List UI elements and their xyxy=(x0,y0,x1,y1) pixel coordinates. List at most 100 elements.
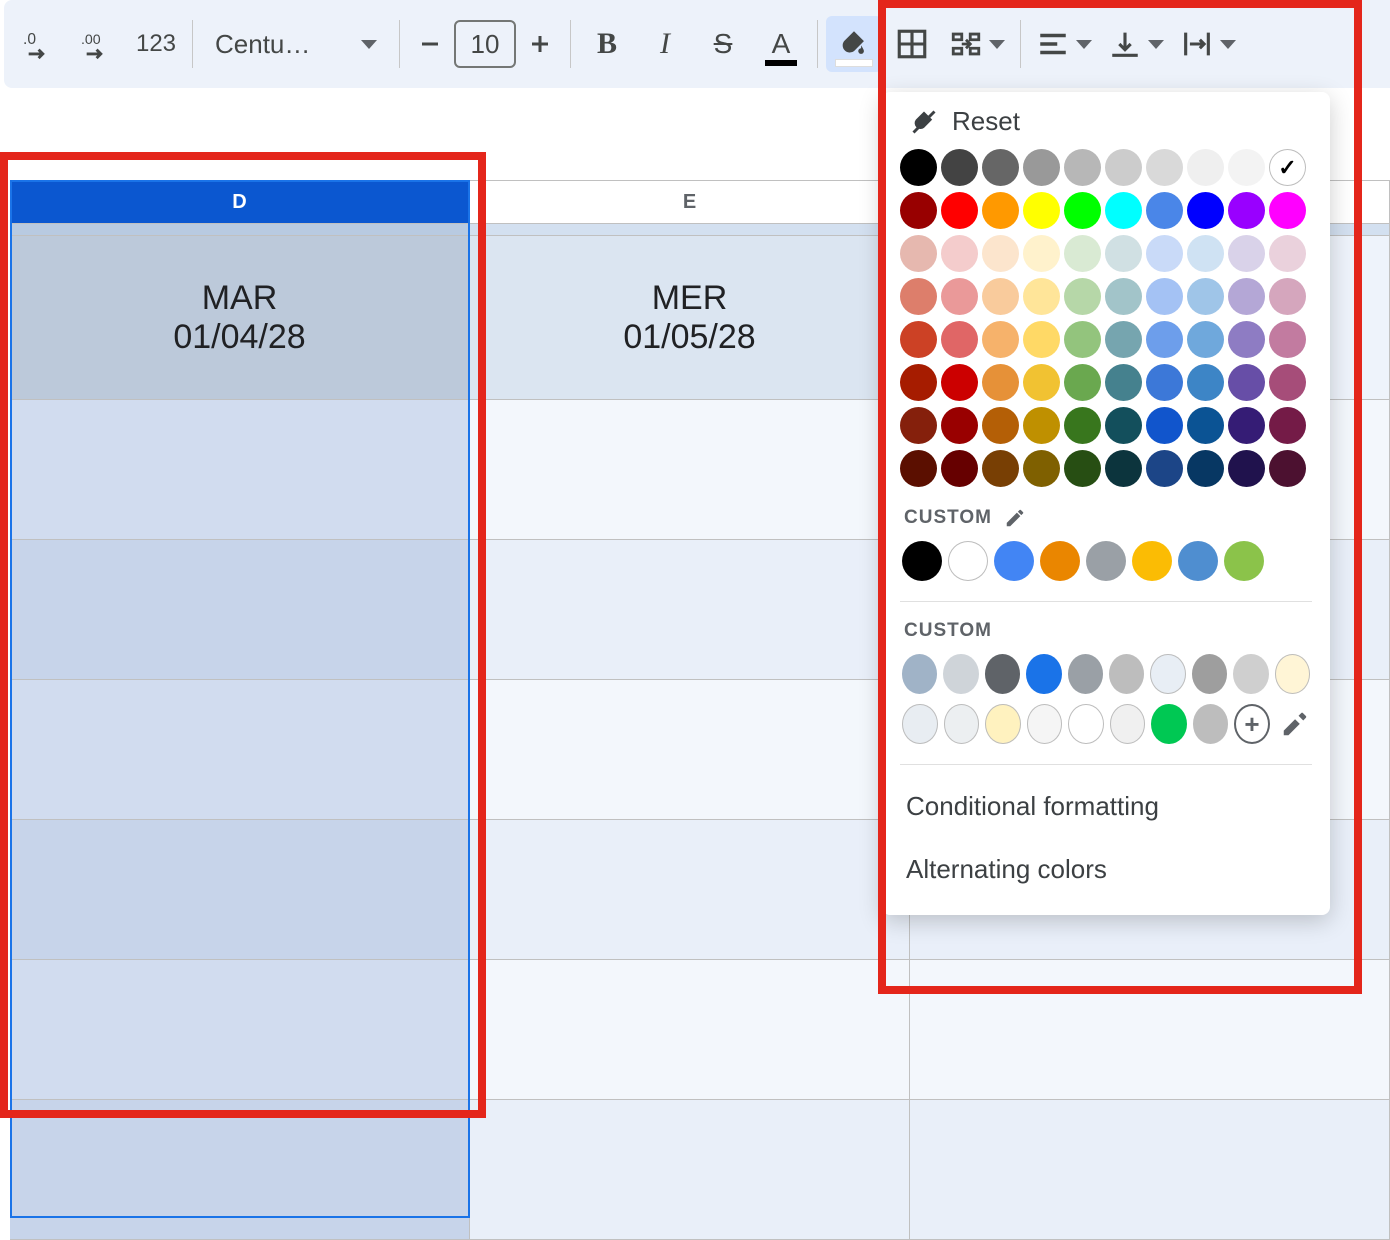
swatch-c27ba0[interactable] xyxy=(1269,321,1306,358)
swatch-00ffff[interactable] xyxy=(1105,192,1142,229)
column-header-D[interactable]: D xyxy=(10,180,470,224)
swatch-ff9900[interactable] xyxy=(982,192,1019,229)
swatch-85200c[interactable] xyxy=(900,407,937,444)
swatch-00ff00[interactable] xyxy=(1064,192,1101,229)
swatch-ff0000[interactable] xyxy=(941,192,978,229)
cell-D1[interactable]: MAR 01/04/28 xyxy=(10,236,470,400)
custom-swatch-8bc34a[interactable] xyxy=(1224,541,1264,581)
eyedropper-button[interactable] xyxy=(1280,709,1310,739)
swatch-434343[interactable] xyxy=(941,149,978,186)
custom-swatch-f0f0f0[interactable] xyxy=(1110,704,1146,744)
swatch-1c4587[interactable] xyxy=(1146,450,1183,487)
swatch-7f6000[interactable] xyxy=(1023,450,1060,487)
custom-swatch-ffffff[interactable] xyxy=(948,541,988,581)
swatch-45818e[interactable] xyxy=(1105,364,1142,401)
cell-D4[interactable] xyxy=(10,680,470,820)
swatch-666666[interactable] xyxy=(982,149,1019,186)
swatch-9fc5e8[interactable] xyxy=(1187,278,1224,315)
cell-E7[interactable] xyxy=(470,1100,910,1240)
swatch-d9ead3[interactable] xyxy=(1064,235,1101,272)
merge-cells-button[interactable] xyxy=(942,16,1012,72)
swatch-cccccc[interactable] xyxy=(1105,149,1142,186)
swatch-ff00ff[interactable] xyxy=(1269,192,1306,229)
swatch-b7b7b7[interactable] xyxy=(1064,149,1101,186)
cell-E6[interactable] xyxy=(470,960,910,1100)
swatch-d9d2e9[interactable] xyxy=(1228,235,1265,272)
swatch-000000[interactable] xyxy=(900,149,937,186)
swatch-ead1dc[interactable] xyxy=(1269,235,1306,272)
horizontal-align-button[interactable] xyxy=(1029,16,1099,72)
bold-button[interactable]: B xyxy=(579,16,635,72)
swatch-6fa8dc[interactable] xyxy=(1187,321,1224,358)
custom-swatch-4285f4[interactable] xyxy=(994,541,1034,581)
increase-font-size-button[interactable] xyxy=(518,16,562,72)
swatch-b4a7d6[interactable] xyxy=(1228,278,1265,315)
cell-D3[interactable] xyxy=(10,540,470,680)
swatch-e69138[interactable] xyxy=(982,364,1019,401)
custom-swatch-00c853[interactable] xyxy=(1151,704,1187,744)
swatch-f6b26b[interactable] xyxy=(982,321,1019,358)
cell-E1[interactable]: MER 01/05/28 xyxy=(470,236,910,400)
swatch-073763[interactable] xyxy=(1187,450,1224,487)
font-family-dropdown[interactable]: Centu… xyxy=(201,16,391,72)
swatch-f3f3f3[interactable] xyxy=(1228,149,1265,186)
swatch-6aa84f[interactable] xyxy=(1064,364,1101,401)
swatch-8e7cc3[interactable] xyxy=(1228,321,1265,358)
swatch-980000[interactable] xyxy=(900,192,937,229)
swatch-ffff00[interactable] xyxy=(1023,192,1060,229)
borders-button[interactable] xyxy=(884,16,940,72)
swatch-4a86e8[interactable] xyxy=(1146,192,1183,229)
swatch-6d9eeb[interactable] xyxy=(1146,321,1183,358)
swatch-999999[interactable] xyxy=(1023,149,1060,186)
swatch-674ea7[interactable] xyxy=(1228,364,1265,401)
custom-swatch-ea8600[interactable] xyxy=(1040,541,1080,581)
swatch-cfe2f3[interactable] xyxy=(1187,235,1224,272)
swatch-ffd966[interactable] xyxy=(1023,321,1060,358)
alternating-colors-link[interactable]: Alternating colors xyxy=(882,838,1330,901)
cell-F7[interactable] xyxy=(910,1100,1390,1240)
swatch-f1c232[interactable] xyxy=(1023,364,1060,401)
more-formats-button[interactable]: 123 xyxy=(128,16,184,72)
custom-swatch-4f8ed0[interactable] xyxy=(1178,541,1218,581)
custom-swatch-9aa0a6[interactable] xyxy=(1086,541,1126,581)
custom-swatch-ffffff[interactable] xyxy=(1068,704,1104,744)
swatch-134f5c[interactable] xyxy=(1105,407,1142,444)
swatch-20124d[interactable] xyxy=(1228,450,1265,487)
swatch-3c78d8[interactable] xyxy=(1146,364,1183,401)
cell-E4[interactable] xyxy=(470,680,910,820)
decrease-decimal-button[interactable]: .0 xyxy=(12,16,68,72)
swatch-783f04[interactable] xyxy=(982,450,1019,487)
swatch-0b5394[interactable] xyxy=(1187,407,1224,444)
cell-D2[interactable] xyxy=(10,400,470,540)
reset-row[interactable]: Reset xyxy=(882,92,1330,149)
increase-decimal-button[interactable]: .00 xyxy=(70,16,126,72)
swatch-cc4125[interactable] xyxy=(900,321,937,358)
vertical-align-button[interactable] xyxy=(1101,16,1171,72)
swatch-0000ff[interactable] xyxy=(1187,192,1224,229)
swatch-3d85c6[interactable] xyxy=(1187,364,1224,401)
swatch-741b47[interactable] xyxy=(1269,407,1306,444)
text-color-button[interactable]: A xyxy=(753,16,809,72)
swatch-5b0f00[interactable] xyxy=(900,450,937,487)
custom-swatch-fbbc04[interactable] xyxy=(1132,541,1172,581)
custom-swatch-e8eef5[interactable] xyxy=(1150,654,1185,694)
edit-icon[interactable] xyxy=(1004,507,1026,529)
swatch-93c47d[interactable] xyxy=(1064,321,1101,358)
swatch-274e13[interactable] xyxy=(1064,450,1101,487)
cell-E2[interactable] xyxy=(470,400,910,540)
swatch-76a5af[interactable] xyxy=(1105,321,1142,358)
swatch-fce5cd[interactable] xyxy=(982,235,1019,272)
swatch-660000[interactable] xyxy=(941,450,978,487)
cell-F6[interactable] xyxy=(910,960,1390,1100)
italic-button[interactable]: I xyxy=(637,16,693,72)
custom-swatch-9aa0a6[interactable] xyxy=(1068,654,1103,694)
swatch-ea9999[interactable] xyxy=(941,278,978,315)
font-size-input[interactable]: 10 xyxy=(454,20,516,68)
swatch-d5a6bd[interactable] xyxy=(1269,278,1306,315)
swatch-990000[interactable] xyxy=(941,407,978,444)
swatch-b45f06[interactable] xyxy=(982,407,1019,444)
custom-swatch-fff5d6[interactable] xyxy=(1275,654,1310,694)
cell-E3[interactable] xyxy=(470,540,910,680)
column-header-E[interactable]: E xyxy=(470,180,910,224)
conditional-formatting-link[interactable]: Conditional formatting xyxy=(882,775,1330,838)
